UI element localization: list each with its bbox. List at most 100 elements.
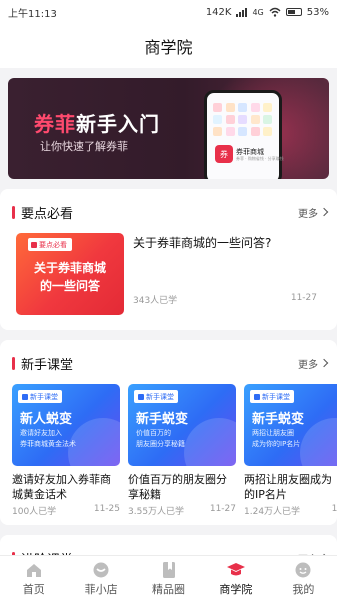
status-bar: 上午11:13 142K 4G 53% xyxy=(0,0,337,24)
network-speed: 142K xyxy=(205,6,232,18)
course-headline: 新手蜕变 xyxy=(136,412,189,427)
app-grid xyxy=(213,103,273,136)
section-accent-bar xyxy=(12,356,15,370)
battery-icon xyxy=(285,8,302,16)
course-meta: 100人已学 11-25 xyxy=(12,504,120,517)
course-sub-2: 券菲商城黄金法术 xyxy=(20,440,76,448)
newbie-more-link[interactable]: 更多 xyxy=(298,356,329,371)
course-title-line-2: 享秘籍 xyxy=(128,488,161,501)
article-card[interactable]: 要点必看 关于券菲商城 的一些问答 关于券菲商城的一些问答? 343人已学 11… xyxy=(16,233,321,315)
course-title-line-1: 价值百万的朋友圈分 xyxy=(128,473,227,486)
network-type: 4G xyxy=(252,7,264,17)
signal-icon xyxy=(236,7,248,17)
article-meta: 343人已学 11-27 xyxy=(133,293,317,306)
thumb-text-2: 的一些问答 xyxy=(39,279,100,293)
tag-icon xyxy=(22,393,28,400)
course-date: 11-2 xyxy=(331,504,337,514)
thumb-tag: 要点必看 xyxy=(28,238,72,251)
tab-profile[interactable]: 我的 xyxy=(270,556,337,600)
course-headline: 新人蜕变 xyxy=(20,412,73,427)
course-tag: 新手课堂 xyxy=(134,390,178,403)
intro-banner[interactable]: 券菲新手入门 让你快速了解券菲 券 券菲商城 券菲 · 购物省钱 · 分享赚钱 xyxy=(8,78,329,179)
course-card[interactable]: 新手课堂 新手蜕变 价值百万的 朋友圈分享秘籍 价值百万的朋友圈分 享秘籍 3.… xyxy=(128,384,236,517)
course-meta: 1.24万人已学 11-2 xyxy=(244,504,337,517)
course-thumbnail: 新手课堂 新手蜕变 价值百万的 朋友圈分享秘籍 xyxy=(128,384,236,466)
app-logo-icon: 券 xyxy=(215,145,233,163)
shop-icon xyxy=(93,562,109,578)
phone-mockup: 券 券菲商城 券菲 · 购物省钱 · 分享赚钱 xyxy=(204,90,284,179)
profile-icon xyxy=(295,562,311,578)
course-tag: 新手课堂 xyxy=(250,390,294,403)
tab-academy[interactable]: 商学院 xyxy=(202,556,269,600)
chevron-right-icon xyxy=(319,207,329,217)
course-title-line-1: 两招让朋友圈成为 xyxy=(244,473,332,486)
course-sub-1: 邀请好友加入 xyxy=(20,429,62,437)
more-label: 更多 xyxy=(298,359,318,371)
course-headline: 新手蜕变 xyxy=(252,412,305,427)
banner-title-main: 新手入门 xyxy=(76,112,160,136)
thumb-text-1: 关于券菲商城 xyxy=(33,261,106,275)
section-title: 要点必看 xyxy=(21,206,74,222)
banner-title: 券菲新手入门 xyxy=(34,108,160,137)
chevron-right-icon xyxy=(319,358,329,368)
essentials-more-link[interactable]: 更多 xyxy=(298,205,329,220)
course-thumbnail: 新手课堂 新人蜕变 邀请好友加入 券菲商城黄金法术 xyxy=(12,384,120,466)
course-sub-1: 价值百万的 xyxy=(136,429,171,437)
course-title-line-2: 城黄金话术 xyxy=(12,488,67,501)
banner-subtitle: 让你快速了解券菲 xyxy=(40,140,128,153)
section-title: 新手课堂 xyxy=(21,357,74,373)
wifi-icon xyxy=(269,7,281,17)
tag-icon xyxy=(138,393,144,400)
more-label: 更多 xyxy=(298,208,318,220)
tab-label: 精品圈 xyxy=(152,583,186,596)
tab-label: 商学院 xyxy=(219,583,253,596)
graduation-cap-icon xyxy=(226,563,245,576)
essentials-header: 要点必看 更多 xyxy=(12,203,329,222)
course-subtext: 两招让朋友圈 成为你的IP名片 xyxy=(252,428,300,450)
course-views: 100人已学 xyxy=(12,507,57,517)
course-sub-1: 两招让朋友圈 xyxy=(252,429,294,437)
course-card[interactable]: 新手课堂 新手蜕变 两招让朋友圈 成为你的IP名片 两招让朋友圈成为 的IP名片… xyxy=(244,384,337,517)
course-meta: 3.55万人已学 11-27 xyxy=(128,504,236,517)
newbie-section: 新手课堂 更多 新手课堂 新人蜕变 邀请好友加入 券菲商城黄金法术 邀请好友加入… xyxy=(0,340,337,525)
course-tag-label: 新手课堂 xyxy=(30,392,58,401)
bookmark-icon xyxy=(162,562,175,578)
course-views: 1.24万人已学 xyxy=(244,507,301,517)
course-subtext: 邀请好友加入 券菲商城黄金法术 xyxy=(20,428,76,450)
home-icon xyxy=(26,564,41,577)
article-views: 343人已学 xyxy=(133,296,178,306)
newbie-header: 新手课堂 更多 xyxy=(12,354,329,373)
course-date: 11-25 xyxy=(93,504,120,514)
essentials-section: 要点必看 更多 要点必看 关于券菲商城 的一些问答 关于券菲商城的一些问答? 3… xyxy=(0,189,337,330)
article-date: 11-27 xyxy=(290,293,317,303)
tab-shop[interactable]: 菲小店 xyxy=(67,556,134,600)
course-sub-2: 成为你的IP名片 xyxy=(252,440,301,448)
tab-label: 我的 xyxy=(292,583,315,596)
course-title-line-2: 的IP名片 xyxy=(244,488,287,501)
tag-icon xyxy=(31,241,37,248)
thumb-headline: 关于券菲商城 的一些问答 xyxy=(16,259,124,295)
course-card[interactable]: 新手课堂 新人蜕变 邀请好友加入 券菲商城黄金法术 邀请好友加入券菲商 城黄金话… xyxy=(12,384,120,517)
course-thumbnail: 新手课堂 新手蜕变 两招让朋友圈 成为你的IP名片 xyxy=(244,384,337,466)
course-views: 3.55万人已学 xyxy=(128,507,185,517)
bottom-tab-bar: 首页 菲小店 精品圈 商学院 我的 xyxy=(0,555,337,600)
course-list: 新手课堂 新人蜕变 邀请好友加入 券菲商城黄金法术 邀请好友加入券菲商 城黄金话… xyxy=(12,384,337,524)
course-tag-label: 新手课堂 xyxy=(262,392,290,401)
battery-percent: 53% xyxy=(306,6,329,18)
section-accent-bar xyxy=(12,205,15,219)
tab-label: 菲小店 xyxy=(84,583,118,596)
app-tagline: 券菲 · 购物省钱 · 分享赚钱 xyxy=(236,156,284,161)
title-bar: 商学院 xyxy=(0,24,337,68)
article-thumbnail: 要点必看 关于券菲商城 的一些问答 xyxy=(16,233,124,315)
tab-label: 首页 xyxy=(22,583,45,596)
course-tag-label: 新手课堂 xyxy=(146,392,174,401)
course-title-line-1: 邀请好友加入券菲商 xyxy=(12,473,111,486)
tab-home[interactable]: 首页 xyxy=(0,556,67,600)
tab-boutique[interactable]: 精品圈 xyxy=(135,556,202,600)
page-title: 商学院 xyxy=(144,38,193,57)
course-tag: 新手课堂 xyxy=(18,390,62,403)
tag-icon xyxy=(254,393,260,400)
thumb-tag-label: 要点必看 xyxy=(39,240,67,249)
status-time: 上午11:13 xyxy=(8,8,57,20)
course-sub-2: 朋友圈分享秘籍 xyxy=(136,440,185,448)
